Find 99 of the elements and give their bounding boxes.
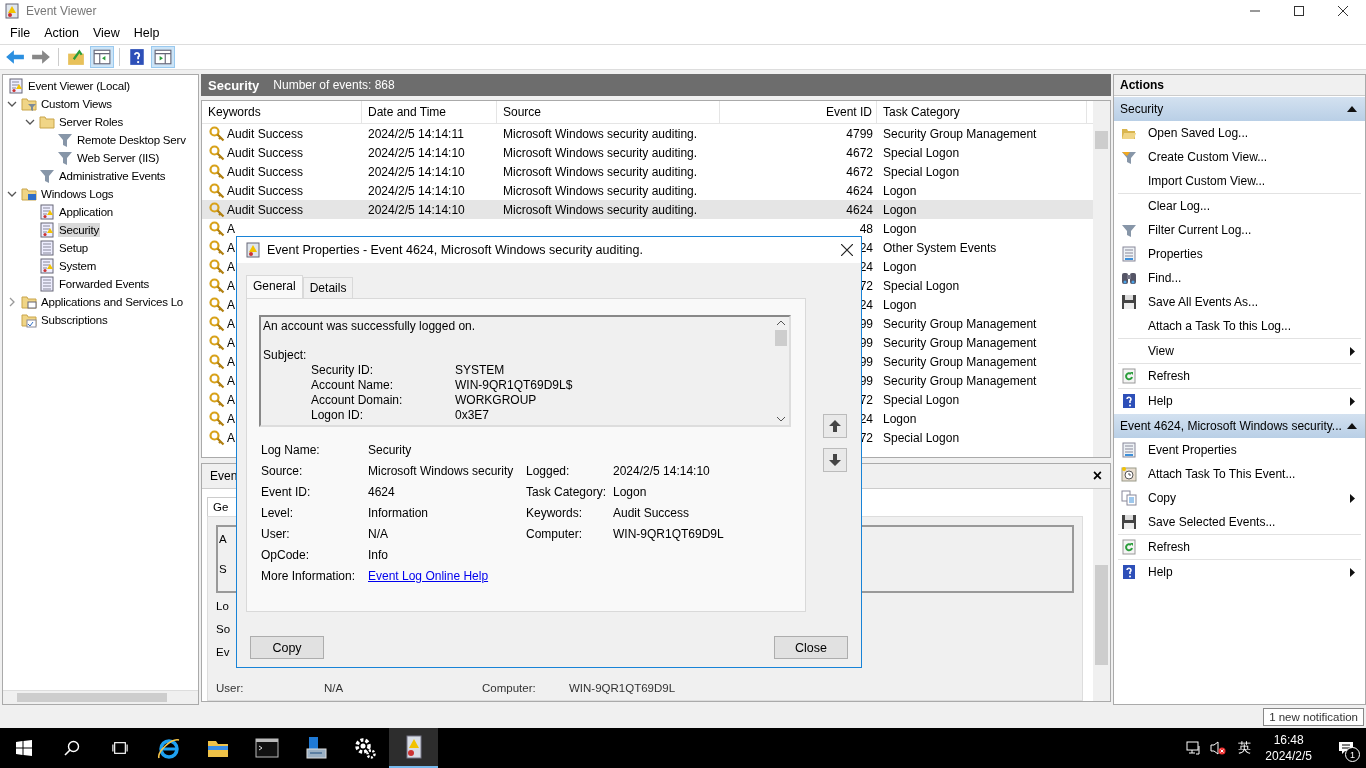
table-cell: A — [227, 335, 235, 350]
field-value: WIN-9QR1QT69D9L$ — [455, 378, 573, 393]
field-label: Computer: — [482, 682, 537, 696]
table-cell: 2024/2/5 14:14:10 — [368, 183, 465, 198]
description-text: A — [219, 533, 227, 545]
description-text: An account was successfully logged on. — [263, 319, 477, 334]
table-cell: A — [227, 221, 235, 236]
table-cell: Security Group Management — [883, 335, 1037, 350]
table-cell: 2024/2/5 14:14:10 — [368, 164, 465, 179]
section-title: Event 4624, Microsoft Windows security... — [1120, 419, 1342, 433]
table-cell: Logon — [883, 202, 917, 217]
field-label: User: — [216, 682, 245, 696]
field-label: Logged: — [526, 463, 571, 478]
field-label: Task Category: — [526, 484, 608, 499]
table-cell: Special Logon — [883, 430, 960, 445]
table-cell: Security Group Management — [883, 126, 1037, 141]
table-cell: Audit Success — [227, 164, 304, 179]
table-cell: A — [227, 297, 235, 312]
field-value: N/A — [324, 682, 345, 696]
table-cell: 2024/2/5 14:14:11 — [368, 126, 464, 141]
table-cell: Other System Events — [883, 240, 997, 255]
field-value: SYSTEM — [455, 363, 505, 378]
window-title: Event Viewer — [26, 4, 97, 18]
field-label: Security ID: — [311, 363, 374, 378]
table-cell: Microsoft Windows security auditing. — [503, 183, 698, 198]
field-label: Computer: — [526, 526, 584, 541]
section-title: Security — [1120, 102, 1164, 116]
field-label: Event ID: — [260, 484, 312, 499]
table-cell: 4672 — [846, 164, 873, 179]
field-value: 0x3E7 — [455, 408, 490, 423]
field-label: User: — [260, 526, 291, 541]
table-cell: A — [227, 278, 235, 293]
field-label: Ev — [216, 645, 230, 658]
field-label: OpCode: — [260, 547, 311, 562]
description-text: Subject: — [263, 348, 308, 363]
field-value: 2024/2/5 14:14:10 — [613, 463, 710, 478]
field-label: Log Name: — [260, 442, 321, 457]
field-value: 4624 — [368, 484, 396, 499]
table-cell: Microsoft Windows security auditing. — [503, 126, 698, 141]
field-label: Level: — [260, 505, 295, 520]
table-cell: A — [227, 316, 235, 331]
field-value: N/A — [368, 526, 389, 541]
table-cell: 48 — [859, 221, 873, 236]
table-cell: Audit Success — [227, 145, 304, 160]
field-value: WIN-9QR1QT69D9L — [613, 526, 724, 541]
table-cell: A — [227, 240, 235, 255]
log-title: Security — [208, 77, 260, 93]
table-cell: Logon — [883, 411, 917, 426]
actions-title: Actions — [1114, 75, 1365, 96]
table-cell: Security Group Management — [883, 373, 1037, 388]
field-label: Keywords: — [526, 505, 584, 520]
field-value: Info — [368, 547, 389, 562]
table-cell: Audit Success — [227, 183, 304, 198]
field-value: Logon — [613, 484, 647, 499]
dialog-title: Event Properties - Event 4624, Microsoft Windows security auditing. — [267, 243, 643, 257]
table-cell: 4624 — [846, 202, 873, 217]
table-cell: Security Group Management — [883, 316, 1037, 331]
table-cell: 4672 — [846, 145, 873, 160]
table-cell: Special Logon — [883, 278, 960, 293]
field-label: Lo — [216, 599, 229, 612]
table-cell: A — [227, 392, 235, 407]
table-cell: Special Logon — [883, 145, 960, 160]
field-value: WORKGROUP — [455, 393, 537, 408]
table-cell: Logon — [883, 259, 917, 274]
table-cell: 4624 — [846, 183, 873, 198]
field-label: Account Domain: — [311, 393, 404, 408]
table-cell: Audit Success — [227, 202, 304, 217]
field-value: Microsoft Windows security — [368, 463, 515, 478]
table-cell: Microsoft Windows security auditing. — [503, 145, 698, 160]
field-value: Security — [368, 442, 413, 457]
notification-tooltip: 1 new notification — [1263, 707, 1364, 726]
field-label: Account Name: — [311, 378, 395, 393]
field-value: WIN-9QR1QT69D9L — [569, 682, 676, 696]
table-cell: Special Logon — [883, 164, 960, 179]
table-cell: A — [227, 259, 235, 274]
table-cell: Logon — [883, 297, 917, 312]
description-text: S — [219, 563, 227, 575]
table-cell: Security Group Management — [883, 354, 1037, 369]
field-value: Information — [368, 505, 430, 520]
field-label: Logon ID: — [311, 408, 365, 423]
table-cell: A — [227, 430, 235, 445]
field-label: More Information: — [260, 568, 357, 583]
notification-count: 1 — [1345, 747, 1360, 762]
table-cell: 2024/2/5 14:14:10 — [368, 145, 465, 160]
event-count: Number of events: 868 — [273, 78, 395, 92]
table-cell: 4799 — [846, 126, 873, 141]
table-cell: A — [227, 373, 235, 388]
table-cell: Audit Success — [227, 126, 304, 141]
field-label: Source: — [260, 463, 304, 478]
table-cell: A — [227, 411, 235, 426]
table-cell: Special Logon — [883, 392, 960, 407]
field-label: So — [216, 622, 231, 635]
table-cell: Microsoft Windows security auditing. — [503, 202, 698, 217]
field-value: Audit Success — [613, 505, 690, 520]
table-cell: A — [227, 354, 235, 369]
table-cell: Microsoft Windows security auditing. — [503, 164, 698, 179]
table-cell: Logon — [883, 183, 917, 198]
table-cell: 2024/2/5 14:14:10 — [368, 202, 465, 217]
table-cell: Logon — [883, 221, 917, 236]
